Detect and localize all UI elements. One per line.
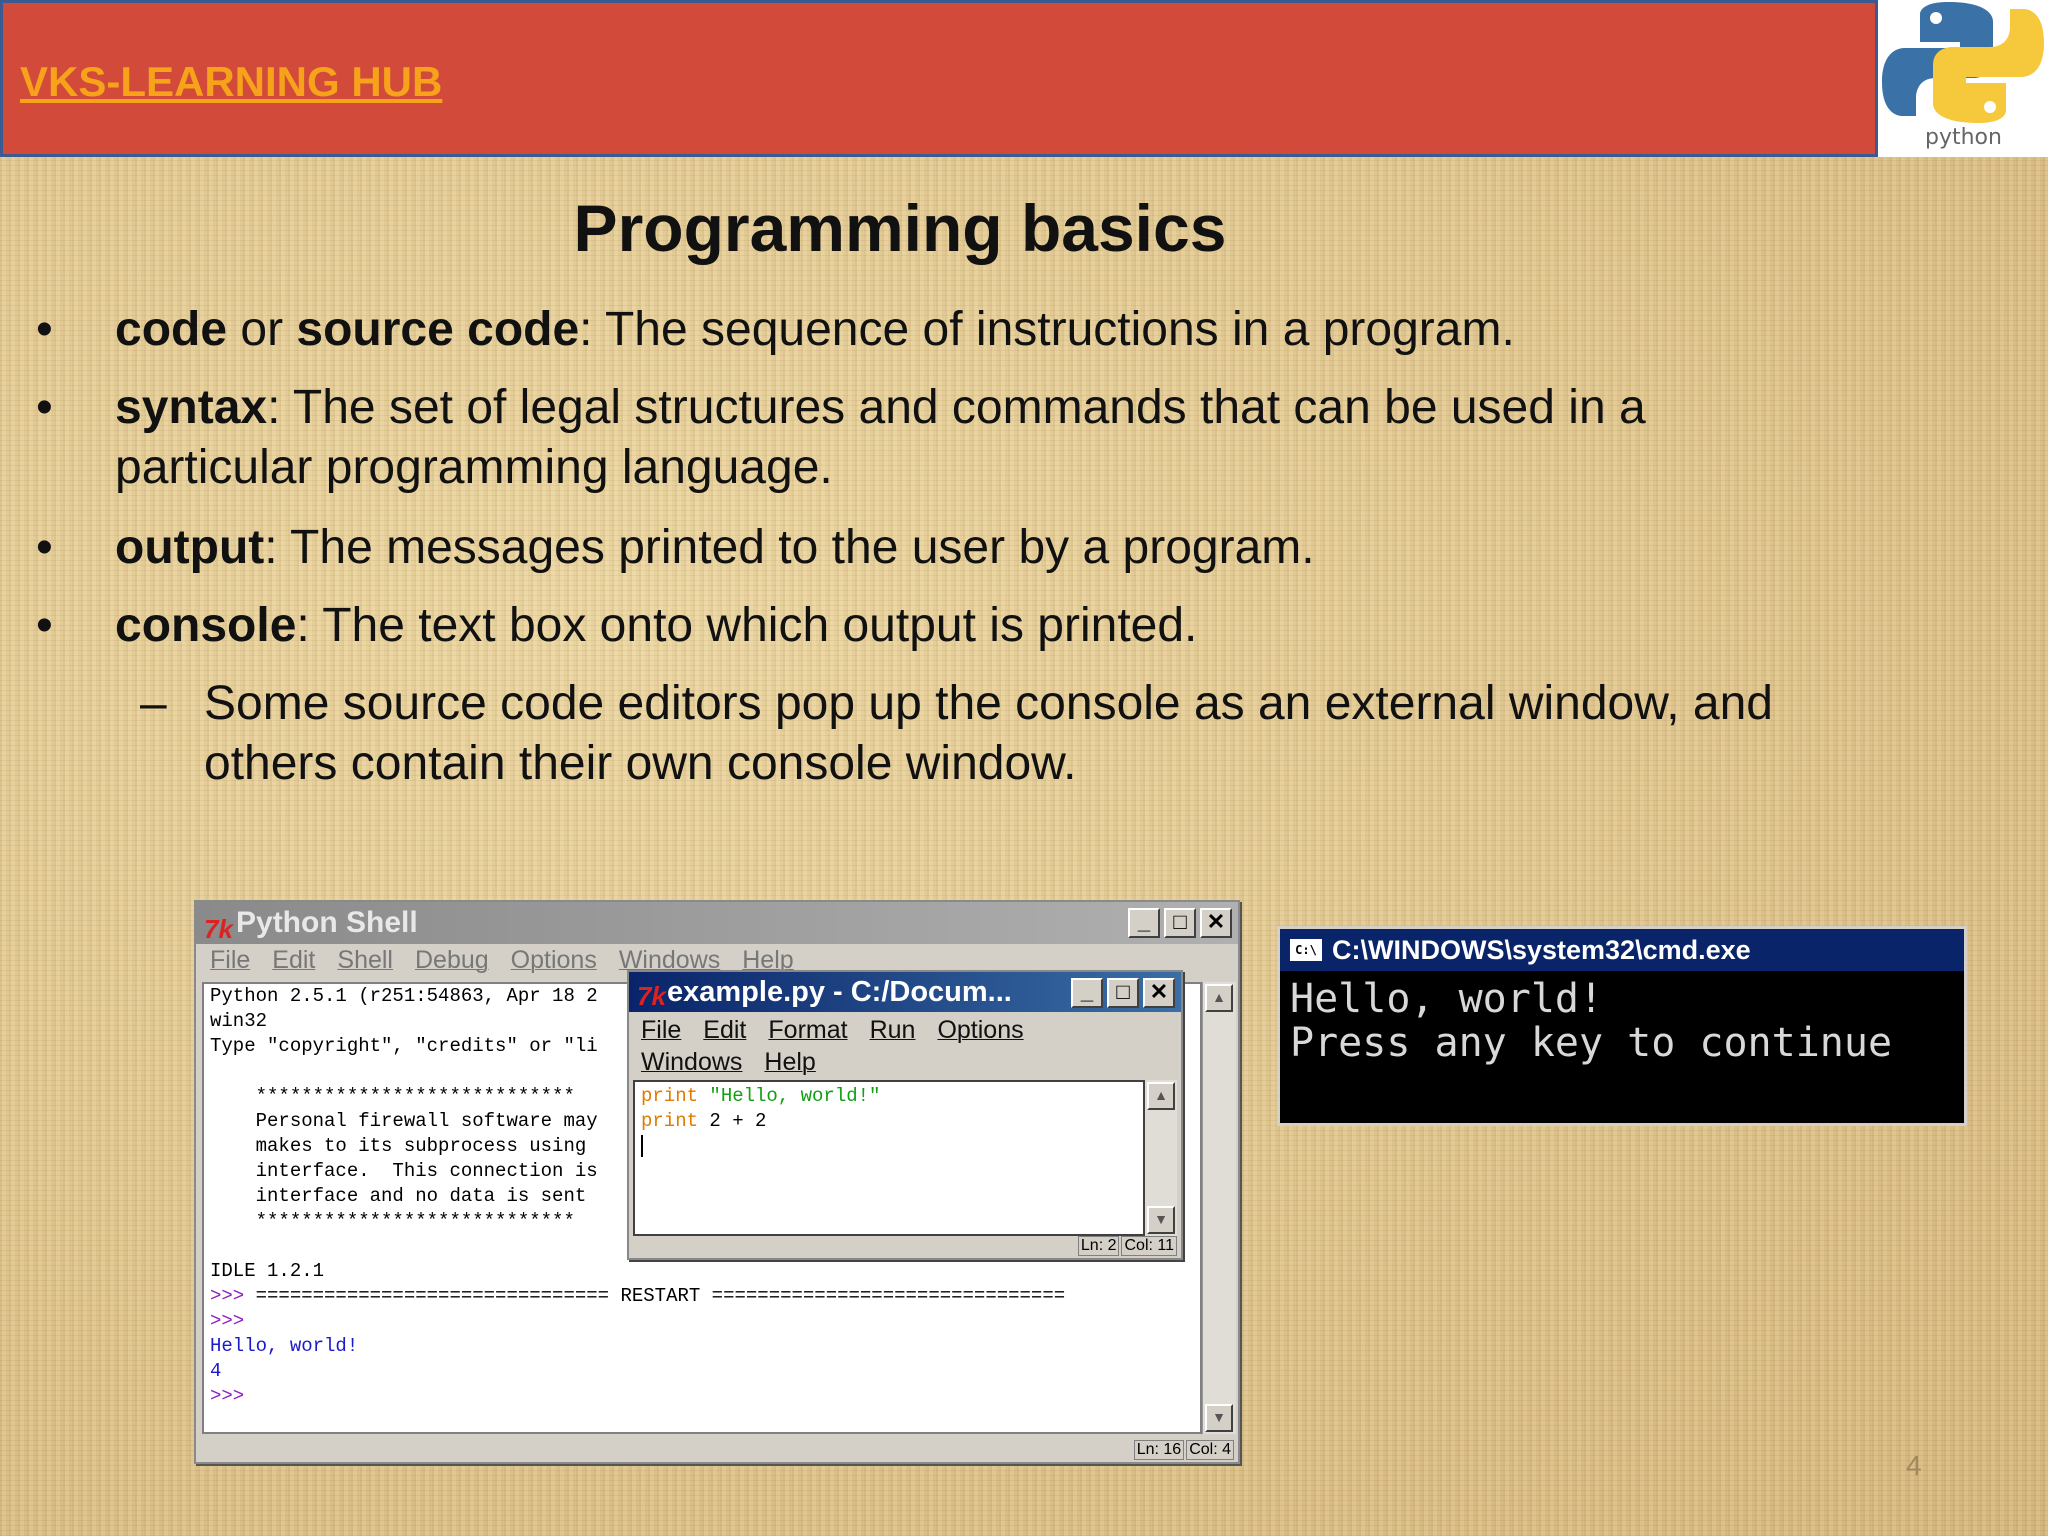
- shell-status-ln: Ln: 16: [1133, 1440, 1185, 1460]
- menu-run[interactable]: Run: [870, 1016, 916, 1044]
- menu-shell[interactable]: Shell: [337, 946, 393, 975]
- editor-title-bar[interactable]: 7k example.py - C:/Docum... _ □ ✕: [629, 972, 1181, 1012]
- tk-feather-icon: 7k: [204, 914, 233, 944]
- slide-title: Programming basics: [573, 191, 1227, 265]
- editor-scrollbar[interactable]: ▲ ▼: [1145, 1080, 1177, 1236]
- menu-file[interactable]: File: [641, 1016, 681, 1044]
- scroll-up-icon[interactable]: ▲: [1205, 984, 1233, 1012]
- bullet-dot: •: [36, 381, 53, 434]
- bullet-dot: •: [36, 303, 53, 356]
- scroll-down-icon[interactable]: ▼: [1205, 1404, 1233, 1432]
- editor-status-col: Col: 11: [1121, 1236, 1177, 1256]
- minimize-button[interactable]: _: [1071, 978, 1103, 1008]
- editor-title: example.py - C:/Docum...: [667, 976, 1012, 1008]
- editor-status-ln: Ln: 2: [1077, 1236, 1120, 1256]
- editor-menu-bar: File Edit Format Run Options Windows Help: [641, 1014, 1061, 1078]
- tk-feather-icon: 7k: [637, 981, 666, 1011]
- menu-help[interactable]: Help: [764, 1048, 815, 1076]
- shell-title-bar[interactable]: 7k Python Shell _ □ ✕: [196, 902, 1238, 944]
- cmd-line: Press any key to continue: [1290, 1020, 1893, 1066]
- cmd-line: Hello, world!: [1290, 976, 1604, 1022]
- text-cursor: [641, 1134, 1143, 1159]
- shell-scrollbar[interactable]: ▲ ▼: [1202, 982, 1236, 1434]
- scroll-down-icon[interactable]: ▼: [1147, 1206, 1175, 1234]
- shell-status-col: Col: 4: [1186, 1440, 1234, 1460]
- shell-restart-line: >>> =============================== REST…: [210, 1285, 1066, 1307]
- shell-line: IDLE 1.2.1: [210, 1260, 325, 1282]
- menu-file[interactable]: File: [210, 946, 250, 975]
- cmd-title: C:\WINDOWS\system32\cmd.exe: [1332, 935, 1751, 965]
- maximize-button[interactable]: □: [1107, 978, 1139, 1008]
- menu-windows[interactable]: Windows: [641, 1048, 742, 1076]
- sub-bullet-text: Some source code editors pop up the cons…: [204, 677, 1773, 790]
- editor-code-area[interactable]: print "Hello, world!" print 2 + 2: [633, 1080, 1145, 1236]
- shell-prompt: >>>: [210, 1310, 245, 1332]
- bullet-dot: •: [36, 599, 53, 652]
- shell-output-4: 4: [210, 1360, 222, 1382]
- python-logo-icon: [1882, 2, 2044, 124]
- bullet-text: console: The text box onto which output …: [115, 599, 1198, 652]
- shell-prompt: >>>: [210, 1385, 245, 1407]
- bullet-text: code or source code: The sequence of ins…: [115, 303, 1515, 356]
- shell-title: Python Shell: [236, 906, 418, 939]
- bullet-text: output: The messages printed to the user…: [115, 521, 1315, 574]
- editor-menu-row: File Edit Format Run Options: [641, 1014, 1061, 1046]
- code-line: print "Hello, world!": [641, 1085, 881, 1107]
- close-button[interactable]: ✕: [1143, 978, 1175, 1008]
- bullet-dot: •: [36, 521, 53, 574]
- brand-link[interactable]: VKS-LEARNING HUB: [20, 58, 442, 106]
- sub-bullet-dash: –: [140, 677, 167, 730]
- python-logo-caption: python: [1925, 125, 2002, 150]
- editor-menu-row: Windows Help: [641, 1046, 1061, 1078]
- close-button[interactable]: ✕: [1200, 908, 1232, 938]
- cmd-window[interactable]: C:\ C:\WINDOWS\system32\cmd.exe Hello, w…: [1277, 926, 1967, 1126]
- cmd-console-output[interactable]: Hello, world! Press any key to continue: [1290, 977, 1892, 1065]
- menu-edit[interactable]: Edit: [272, 946, 315, 975]
- code-line: print 2 + 2: [641, 1110, 767, 1132]
- menu-edit[interactable]: Edit: [703, 1016, 746, 1044]
- cmd-icon: C:\: [1290, 939, 1322, 961]
- shell-window-controls: _ □ ✕: [1128, 908, 1232, 938]
- page-number: 4: [1906, 1450, 1922, 1481]
- bullet-text: syntax: The set of legal structures and …: [115, 381, 1646, 494]
- shell-status-bar: Ln: 16 Col: 4: [1133, 1440, 1234, 1460]
- menu-format[interactable]: Format: [768, 1016, 847, 1044]
- shell-output-hello: Hello, world!: [210, 1335, 359, 1357]
- minimize-button[interactable]: _: [1128, 908, 1160, 938]
- menu-options[interactable]: Options: [511, 946, 597, 975]
- menu-options[interactable]: Options: [937, 1016, 1023, 1044]
- menu-debug[interactable]: Debug: [415, 946, 489, 975]
- editor-window[interactable]: 7k example.py - C:/Docum... _ □ ✕ File Ed…: [627, 970, 1183, 1260]
- maximize-button[interactable]: □: [1164, 908, 1196, 938]
- scroll-up-icon[interactable]: ▲: [1147, 1082, 1175, 1110]
- editor-window-controls: _ □ ✕: [1071, 978, 1175, 1008]
- cmd-title-bar[interactable]: C:\ C:\WINDOWS\system32\cmd.exe: [1280, 929, 1964, 971]
- editor-status-bar: Ln: 2 Col: 11: [1077, 1236, 1177, 1256]
